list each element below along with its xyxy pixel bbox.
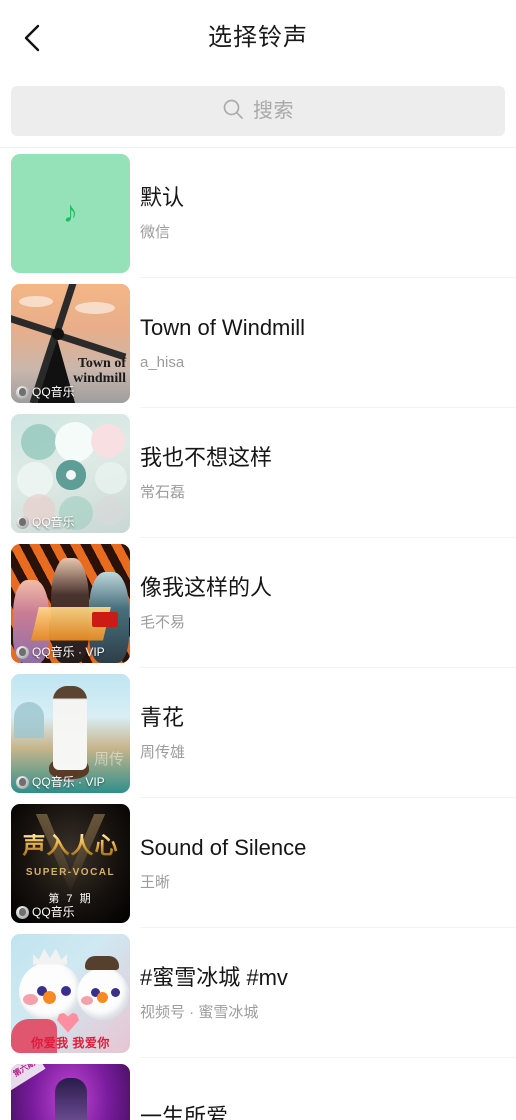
album-art: QQ音乐 · VIP [11, 543, 130, 663]
list-item-text: 我也不想这样 常石磊 [140, 408, 516, 538]
list-item-subtitle: 周传雄 [140, 743, 186, 761]
page-title: 选择铃声 [208, 23, 308, 51]
thumbnail-cell: 周传 QQ音乐 · VIP [0, 668, 140, 798]
list-item[interactable]: QQ音乐 · VIP 像我这样的人 毛不易 [0, 538, 516, 668]
album-art: Town of windmill QQ音乐 [11, 283, 130, 403]
list-item-title: 我也不想这样 [140, 445, 273, 471]
list-item-text: Sound of Silence 王晰 [140, 798, 516, 928]
list-item[interactable]: 声入人心 SUPER-VOCAL 第 7 期 QQ音乐 Sound of Sil… [0, 798, 516, 928]
source-badge: QQ音乐 [16, 515, 75, 529]
search-area: 搜索 [0, 75, 516, 224]
list-item-text: 像我这样的人 毛不易 [140, 538, 516, 668]
list-item-subtitle: 毛不易 [140, 613, 186, 631]
search-icon [222, 98, 244, 125]
search-placeholder: 搜索 [253, 100, 294, 122]
qq-music-icon [16, 515, 29, 529]
source-badge: QQ音乐 · VIP [16, 775, 105, 789]
list-item-text: 一生所爱 [140, 1058, 516, 1120]
album-art: ♪ [11, 153, 130, 273]
list-item-text: #蜜雪冰城 #mv 视频号 · 蜜雪冰城 [140, 928, 516, 1058]
list-item-text: 青花 周传雄 [140, 668, 516, 798]
thumbnail-cell: ♪ [0, 148, 140, 278]
list-item-title: Town of Windmill [140, 315, 306, 341]
qq-music-icon [16, 905, 29, 919]
list-item-subtitle: 视频号 · 蜜雪冰城 [140, 1003, 259, 1021]
list-item[interactable]: ♪ 默认 微信 [0, 148, 516, 278]
ringtone-picker-screen: 选择铃声 搜索 ♪ 默认 微信 Town of windmill QQ音乐 To… [0, 0, 516, 1120]
list-item-subtitle: a_hisa [140, 353, 185, 371]
qq-music-icon [16, 775, 29, 789]
list-item-title: 默认 [140, 185, 185, 211]
album-art-text: Town of windmill [73, 356, 126, 386]
album-art: 声入人心 SUPER-VOCAL 第 7 期 QQ音乐 [11, 803, 130, 923]
qq-music-icon [16, 385, 29, 399]
list-item[interactable]: Town of windmill QQ音乐 Town of Windmill a… [0, 278, 516, 408]
thumbnail-cell: 第六期 [0, 1058, 140, 1120]
list-item[interactable]: QQ音乐 我也不想这样 常石磊 [0, 408, 516, 538]
list-item[interactable]: 周传 QQ音乐 · VIP 青花 周传雄 [0, 668, 516, 798]
list-item-subtitle: 常石磊 [140, 483, 186, 501]
source-badge: QQ音乐 · VIP [16, 645, 105, 659]
list-item-text: Town of Windmill a_hisa [140, 278, 516, 408]
album-art-corner-text: 第六期 [11, 1063, 37, 1079]
album-art-title: 声入人心 [11, 833, 130, 857]
list-item-title: 青花 [140, 705, 185, 731]
album-art-subtitle: SUPER-VOCAL [25, 866, 116, 878]
ringtone-list: ♪ 默认 微信 Town of windmill QQ音乐 Town of Wi… [0, 147, 516, 1120]
list-item-title: #蜜雪冰城 #mv [140, 965, 288, 991]
thumbnail-cell: QQ音乐 · VIP [0, 538, 140, 668]
source-badge: QQ音乐 [16, 905, 75, 919]
list-item-subtitle: 微信 [140, 223, 171, 241]
album-art: 周传 QQ音乐 · VIP [11, 673, 130, 793]
list-item-title: 一生所爱 [140, 1104, 229, 1120]
album-art-text: 你爱我 我爱你 [31, 1035, 110, 1050]
thumbnail-cell: 你爱我 我爱你 [0, 928, 140, 1058]
thumbnail-cell: Town of windmill QQ音乐 [0, 278, 140, 408]
search-input[interactable]: 搜索 [11, 86, 505, 136]
list-item[interactable]: 第六期 一生所爱 [0, 1058, 516, 1120]
back-button[interactable] [10, 16, 54, 60]
thumbnail-cell: 声入人心 SUPER-VOCAL 第 7 期 QQ音乐 [0, 798, 140, 928]
list-item[interactable]: 你爱我 我爱你 #蜜雪冰城 #mv 视频号 · 蜜雪冰城 [0, 928, 516, 1058]
album-art: 第六期 [11, 1063, 130, 1120]
list-item-text: 默认 微信 [140, 148, 516, 278]
album-art: 你爱我 我爱你 [11, 933, 130, 1053]
source-badge: QQ音乐 [16, 385, 75, 399]
list-item-title: 像我这样的人 [140, 575, 273, 601]
list-item-subtitle: 王晰 [140, 873, 171, 891]
qq-music-icon [16, 645, 29, 659]
app-header: 选择铃声 [0, 0, 516, 75]
chevron-left-icon [21, 23, 43, 53]
album-art-episode: 第 7 期 [48, 892, 93, 905]
album-art: QQ音乐 [11, 413, 130, 533]
list-item-title: Sound of Silence [140, 835, 307, 861]
thumbnail-cell: QQ音乐 [0, 408, 140, 538]
music-note-icon: ♪ [63, 196, 78, 229]
